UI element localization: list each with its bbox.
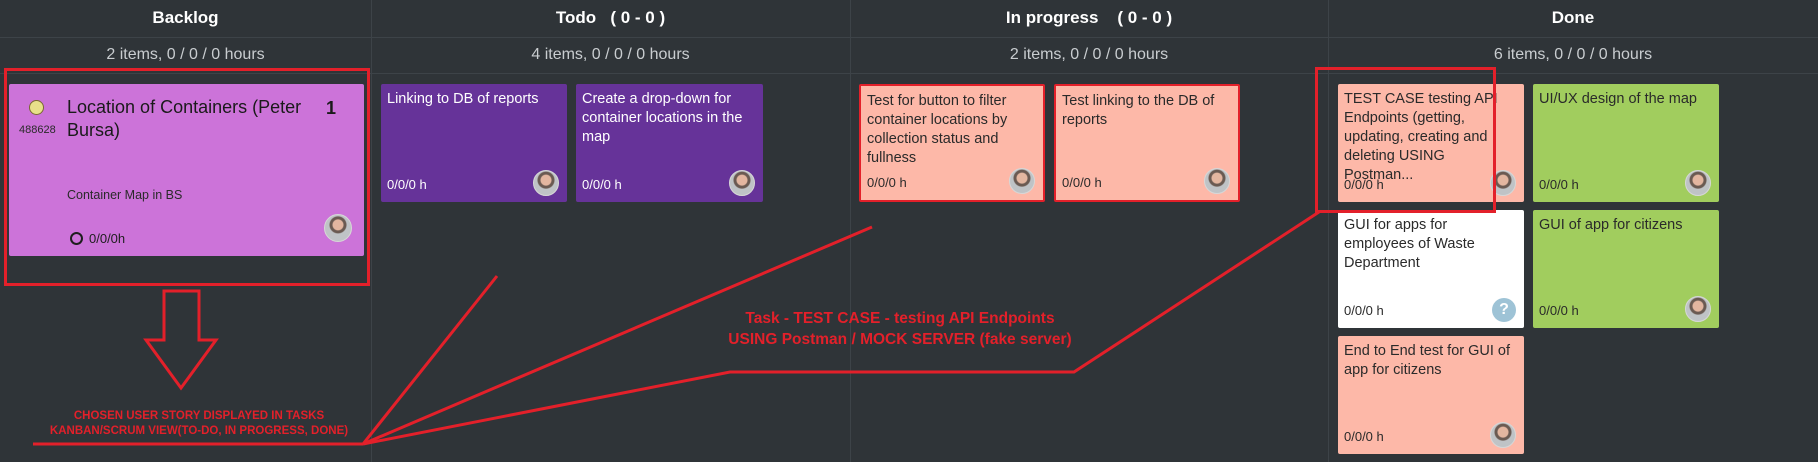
down-arrow-icon	[143, 289, 219, 391]
annotation-line	[361, 275, 499, 445]
annotation-text: CHOSEN USER STORY DISPLAYED IN TASKS	[73, 410, 325, 422]
kanban-board: Backlog 2 items, 0 / 0 / 0 hours Todo ( …	[0, 0, 1818, 462]
annotation-text: USING Postman / MOCK SERVER (fake server…	[728, 331, 1072, 348]
annotation-arrows	[33, 210, 1320, 446]
annotation-text: Task - TEST CASE - testing API Endpoints	[745, 310, 1055, 327]
annotation-user-story-note: CHOSEN USER STORY DISPLAYED IN TASKS KAN…	[34, 409, 364, 439]
annotation-task-note: Task - TEST CASE - testing API Endpoints…	[690, 308, 1110, 350]
annotation-text: KANBAN/SCRUM VIEW(TO-DO, IN PROGRESS, DO…	[49, 425, 349, 437]
